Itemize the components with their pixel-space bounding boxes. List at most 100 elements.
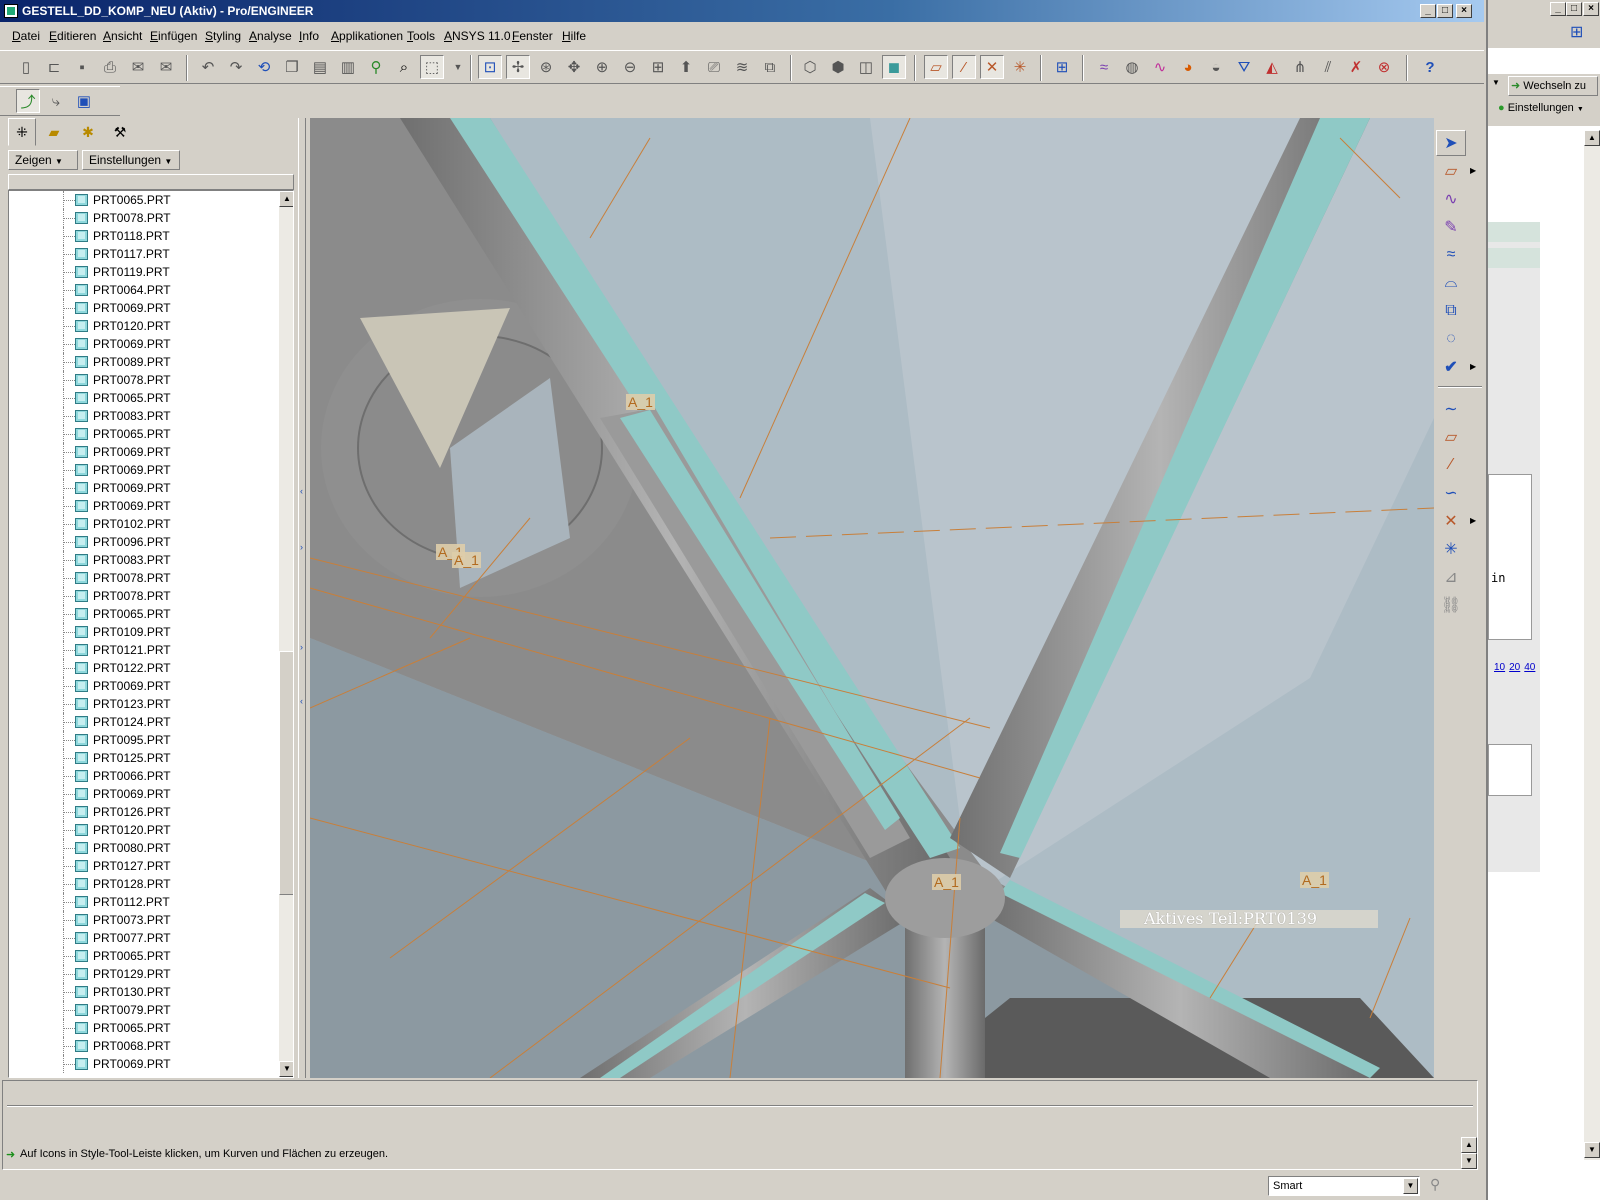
trim-icon[interactable]: ⧉ xyxy=(1436,298,1466,324)
tree-settings-dropdown[interactable]: Einstellungen ▼ xyxy=(82,150,180,170)
tree-item[interactable]: PRT0102.PRT xyxy=(9,515,279,533)
datum-axis-icon[interactable]: ⁄ xyxy=(1436,452,1466,478)
maximize-button[interactable]: □ xyxy=(1437,4,1453,18)
menu-einfuegen[interactable]: Einfügen xyxy=(150,29,197,43)
tree-item[interactable]: PRT0069.PRT xyxy=(9,335,279,353)
surface-icon[interactable]: ≈ xyxy=(1436,242,1466,268)
tree-item[interactable]: PRT0096.PRT xyxy=(9,533,279,551)
surface-connect-icon[interactable]: ⌓ xyxy=(1436,270,1466,296)
menu-hilfe[interactable]: Hilfe xyxy=(562,29,586,43)
undo-icon[interactable]: ↶ xyxy=(196,55,220,79)
gaussian-curvature-icon[interactable]: ◕ xyxy=(1176,55,1200,79)
menu-tools[interactable]: Tools xyxy=(407,29,435,43)
scroll-up-icon[interactable]: ▲ xyxy=(1584,130,1600,146)
tree-item[interactable]: PRT0069.PRT xyxy=(9,677,279,695)
datum-point-icon[interactable]: ✕ xyxy=(1436,508,1466,534)
tree-item[interactable]: PRT0089.PRT xyxy=(9,353,279,371)
datum-curve-icon[interactable]: ∼ xyxy=(1436,396,1466,422)
annotation-icon[interactable]: ⊞ xyxy=(1050,55,1074,79)
surface-edit-icon[interactable]: ◌ xyxy=(1436,326,1466,352)
shading-icon[interactable]: ◼ xyxy=(882,55,906,79)
scroll-up-icon[interactable]: ▲ xyxy=(1461,1137,1477,1153)
slope-analysis-icon[interactable]: ◭ xyxy=(1260,55,1284,79)
tree-item[interactable]: PRT0078.PRT xyxy=(9,587,279,605)
tree-column-header[interactable] xyxy=(8,174,294,190)
tree-item[interactable]: PRT0069.PRT xyxy=(9,299,279,317)
tree-item[interactable]: PRT0078.PRT xyxy=(9,209,279,227)
tree-item[interactable]: PRT0066.PRT xyxy=(9,767,279,785)
mail-attach-icon[interactable]: ✉ xyxy=(154,55,178,79)
orient-mode-icon[interactable]: ⊛ xyxy=(534,55,558,79)
datum-tag[interactable]: A_1 xyxy=(626,394,655,410)
redo-icon[interactable]: ↷ xyxy=(224,55,248,79)
wireframe-icon[interactable]: ⬡ xyxy=(798,55,822,79)
tree-item[interactable]: PRT0112.PRT xyxy=(9,893,279,911)
datum-display-icon[interactable]: ⊡ xyxy=(478,55,502,79)
scroll-up-icon[interactable]: ▲ xyxy=(279,191,293,207)
tree-item[interactable]: PRT0120.PRT xyxy=(9,821,279,839)
offset-analysis-icon[interactable]: ∿ xyxy=(1148,55,1172,79)
tree-item[interactable]: PRT0069.PRT xyxy=(9,785,279,803)
edit-curve-icon[interactable]: ⤷ xyxy=(44,89,68,113)
expand-arrow-icon[interactable]: › xyxy=(300,542,303,552)
tree-item[interactable]: PRT0130.PRT xyxy=(9,983,279,1001)
favorites-tab-icon[interactable]: ✱ xyxy=(74,118,102,146)
select-arrow-icon[interactable]: ➤ xyxy=(1436,130,1466,156)
curve-analysis-icon[interactable]: ≈ xyxy=(1092,55,1116,79)
spin-center-icon[interactable]: ✢ xyxy=(506,55,530,79)
tree-item[interactable]: PRT0065.PRT xyxy=(9,1019,279,1037)
tree-item[interactable]: PRT0123.PRT xyxy=(9,695,279,713)
minimize-button[interactable]: _ xyxy=(1550,2,1566,16)
tree-item[interactable]: PRT0065.PRT xyxy=(9,947,279,965)
tree-item[interactable]: PRT0078.PRT xyxy=(9,569,279,587)
plane-display-icon[interactable]: ▱ xyxy=(924,55,948,79)
maximize-button[interactable]: □ xyxy=(1566,2,1582,16)
tree-item[interactable]: PRT0119.PRT xyxy=(9,263,279,281)
switch-button[interactable]: ➜ Wechseln zu xyxy=(1508,76,1598,96)
menu-fenster[interactable]: Fenster xyxy=(512,29,553,43)
datum-tag[interactable]: A_1 xyxy=(1300,872,1329,888)
tree-item[interactable]: PRT0083.PRT xyxy=(9,551,279,569)
hidden-line-icon[interactable]: ⬢ xyxy=(826,55,850,79)
tree-item[interactable]: PRT0073.PRT xyxy=(9,911,279,929)
menu-datei[interactable]: Datei xyxy=(12,29,40,43)
view-manager-icon[interactable]: ⧉ xyxy=(758,55,782,79)
scroll-down-icon[interactable]: ▼ xyxy=(279,1061,293,1077)
scroll-thumb[interactable] xyxy=(279,651,293,895)
model-tree-tab-icon[interactable]: ⁜ xyxy=(8,118,36,146)
link-icon[interactable]: ⛓ xyxy=(1436,592,1466,618)
menu-editieren[interactable]: Editieren xyxy=(49,29,96,43)
delete-all-analysis-icon[interactable]: ⊗ xyxy=(1372,55,1396,79)
regenerate-icon[interactable]: ⟲ xyxy=(252,55,276,79)
paste-special-icon[interactable]: ▥ xyxy=(336,55,360,79)
style-settings-icon[interactable]: ▣ xyxy=(72,89,96,113)
print-icon[interactable]: ⎙ xyxy=(98,55,122,79)
flyout-arrow-icon[interactable]: ▶ xyxy=(1470,362,1476,371)
new-file-icon[interactable]: ▯ xyxy=(14,55,38,79)
collapse-arrow-icon[interactable]: ‹ xyxy=(300,696,303,706)
menu-analyse[interactable]: Analyse xyxy=(249,29,292,43)
dihedral-icon[interactable]: ⋔ xyxy=(1288,55,1312,79)
pan-icon[interactable]: ✥ xyxy=(562,55,586,79)
tree-item[interactable]: PRT0078.PRT xyxy=(9,371,279,389)
flyout-arrow-icon[interactable]: ▶ xyxy=(1470,166,1476,175)
tree-item[interactable]: PRT0065.PRT xyxy=(9,191,279,209)
selection-box-icon[interactable]: ⬚ xyxy=(420,55,444,79)
tree-item[interactable]: PRT0064.PRT xyxy=(9,281,279,299)
page-link-20[interactable]: 20 xyxy=(1509,662,1520,673)
panel-splitter[interactable]: ‹ › › ‹ xyxy=(298,118,306,1078)
selection-dropdown-icon[interactable]: ▼ xyxy=(446,55,470,79)
section-analysis-icon[interactable]: ◍ xyxy=(1120,55,1144,79)
context-help-icon[interactable]: ? xyxy=(1418,55,1442,79)
collapse-arrow-icon[interactable]: ‹ xyxy=(300,486,303,496)
zoom-in-icon[interactable]: ⊕ xyxy=(590,55,614,79)
tree-item[interactable]: PRT0095.PRT xyxy=(9,731,279,749)
curve-tool-icon[interactable]: ⤴ xyxy=(16,89,40,113)
side-input-box[interactable] xyxy=(1488,744,1532,796)
point-display-icon[interactable]: ✕ xyxy=(980,55,1004,79)
tree-item[interactable]: PRT0126.PRT xyxy=(9,803,279,821)
show-dropdown[interactable]: Zeigen ▼ xyxy=(8,150,78,170)
tree-item[interactable]: PRT0068.PRT xyxy=(9,1037,279,1055)
layers-icon[interactable]: ≋ xyxy=(730,55,754,79)
send-mail-icon[interactable]: ✉ xyxy=(126,55,150,79)
